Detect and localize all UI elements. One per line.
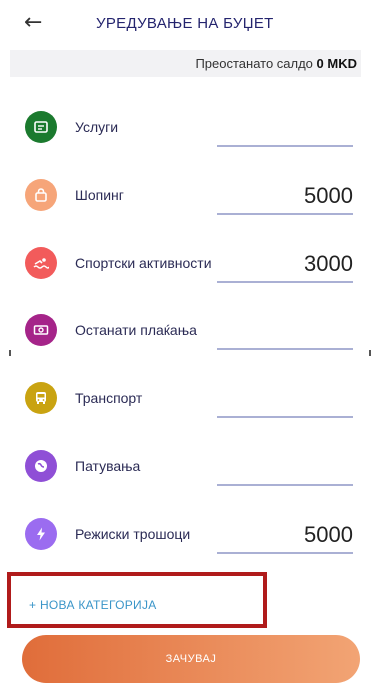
- category-label: Спортски активности: [75, 255, 212, 271]
- remaining-balance-bar: Преостанато салдо 0 MKD: [10, 50, 361, 77]
- category-label: Транспорт: [75, 390, 143, 406]
- bus-icon: [25, 382, 57, 414]
- save-button[interactable]: ЗАЧУВАЈ: [22, 635, 360, 683]
- banknote-icon: [25, 314, 57, 346]
- back-arrow-icon[interactable]: ←: [24, 10, 42, 36]
- category-row-utilities: Режиски трошоци 5000: [18, 510, 358, 554]
- category-row-sports: Спортски активности 3000: [18, 239, 358, 283]
- new-category-link[interactable]: + НОВА КАТЕГОРИЈА: [29, 598, 157, 612]
- amount-input[interactable]: [217, 442, 353, 486]
- app-header: ← УРЕДУВАЊЕ НА БУЏЕТ: [0, 0, 371, 50]
- shopping-bag-icon: [25, 179, 57, 211]
- amount-input[interactable]: [217, 374, 353, 418]
- receipt-icon: [25, 111, 57, 143]
- category-label: Останати плаќања: [75, 322, 197, 338]
- left-edge-mark: [9, 350, 11, 356]
- swimming-icon: [25, 247, 57, 279]
- category-label: Шопинг: [75, 187, 124, 203]
- amount-input[interactable]: 5000: [217, 171, 353, 215]
- amount-input[interactable]: 3000: [217, 239, 353, 283]
- amount-input[interactable]: [217, 103, 353, 147]
- category-row-transport: Транспорт: [18, 374, 358, 418]
- amount-input[interactable]: [217, 306, 353, 350]
- category-label: Режиски трошоци: [75, 526, 191, 542]
- globe-icon: [25, 450, 57, 482]
- category-label: Патувања: [75, 458, 141, 474]
- category-label: Услуги: [75, 119, 119, 135]
- balance-label: Преостанато салдо: [195, 56, 313, 71]
- category-row-services: Услуги: [18, 103, 358, 147]
- category-row-travel: Патувања: [18, 442, 358, 486]
- lightning-icon: [25, 518, 57, 550]
- category-row-shopping: Шопинг 5000: [18, 171, 358, 215]
- balance-value: 0 MKD: [316, 56, 357, 71]
- amount-input[interactable]: 5000: [217, 510, 353, 554]
- save-button-label: ЗАЧУВАЈ: [165, 653, 217, 665]
- page-title: УРЕДУВАЊЕ НА БУЏЕТ: [96, 15, 274, 32]
- category-row-other-payments: Останати плаќања: [18, 306, 358, 350]
